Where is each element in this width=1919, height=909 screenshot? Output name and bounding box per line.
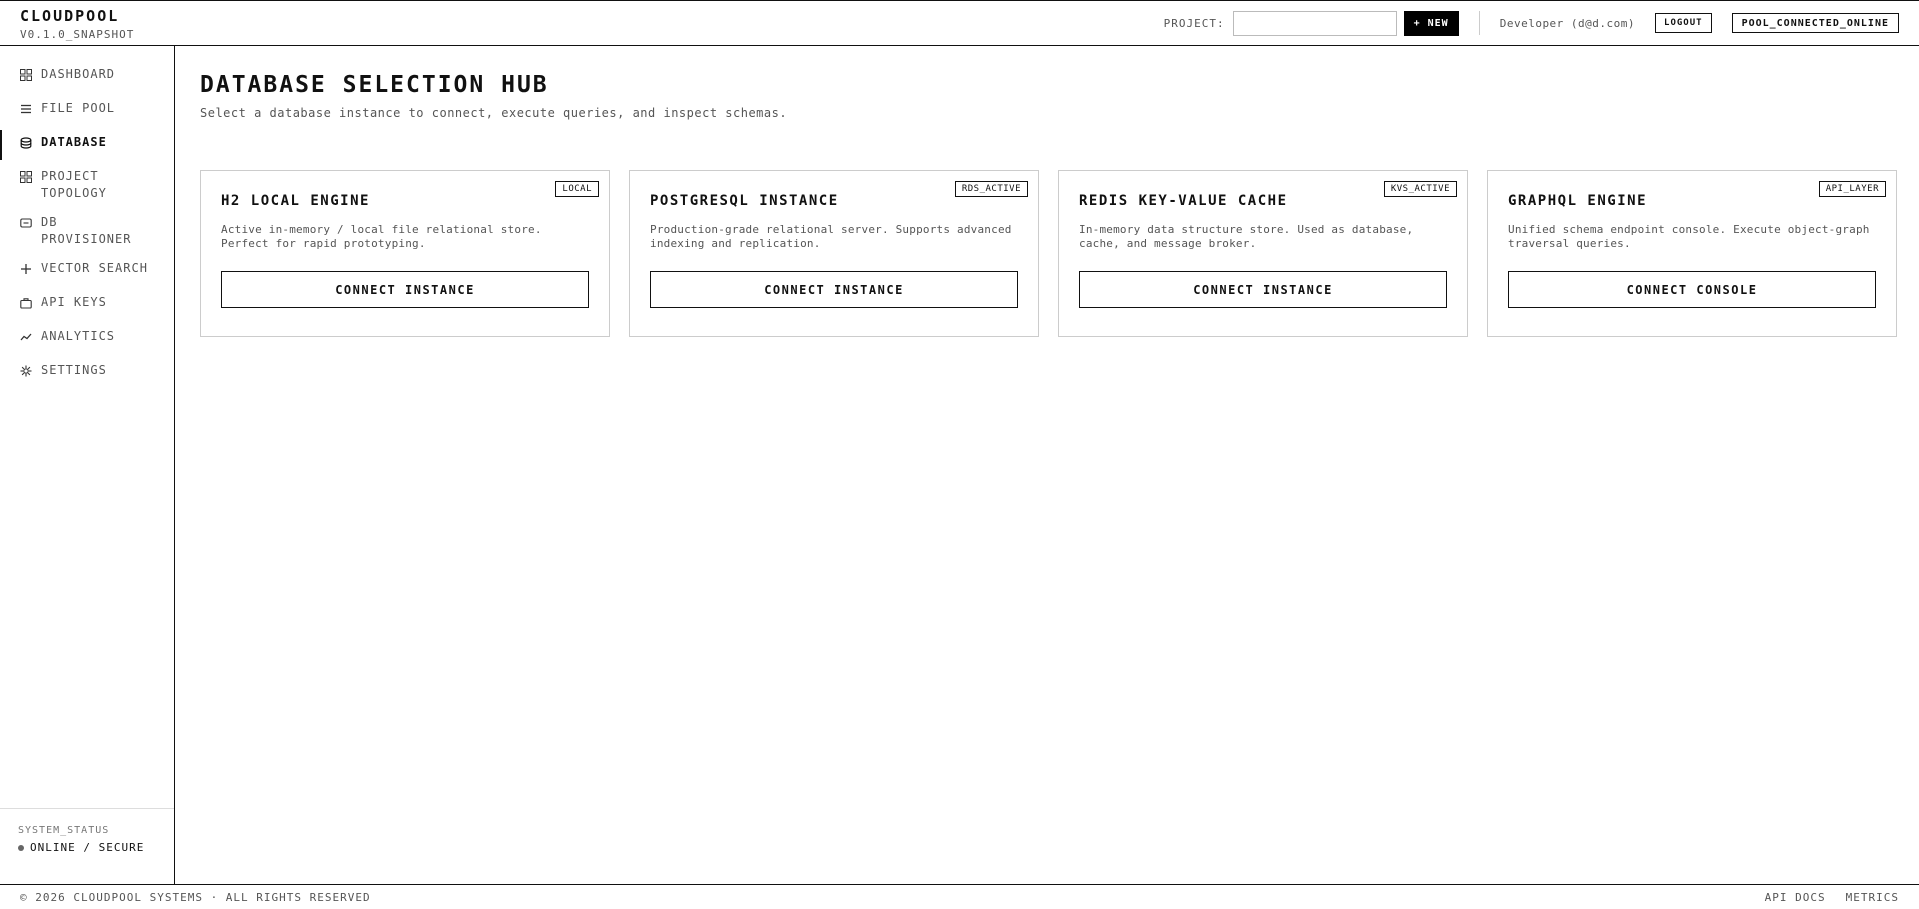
card-badge: API_LAYER [1818,181,1886,197]
footer-link-api-docs[interactable]: API DOCS [1765,891,1826,904]
footer-links: API DOCS METRICS [1745,891,1899,904]
connect-graphql-button[interactable]: CONNECT CONSOLE [1508,271,1876,308]
card-description: In-memory data structure store. Used as … [1079,223,1414,250]
sidebar-item-label: ANALYTICS [41,329,116,343]
card-description: Active in-memory / local file relational… [221,223,542,250]
app-root: CLOUDPOOL V0.1.0_SNAPSHOT PROJECT: + NEW… [0,0,1919,909]
card-badge: LOCAL [555,181,599,197]
grid-icon [20,69,32,81]
brand-version: V0.1.0_SNAPSHOT [20,28,135,41]
sidebar-item-file-pool[interactable]: FILE POOL [0,94,174,128]
sidebar-item-label: DB PROVISIONER [41,215,132,246]
sidebar-item-api-keys[interactable]: API KEYS [0,288,174,322]
sidebar-item-vector-search[interactable]: VECTOR SEARCH [0,254,174,288]
project-label: PROJECT: [1163,16,1225,30]
new-project-button[interactable]: + NEW [1403,10,1459,36]
list-icon [20,103,32,115]
card-badge: KVS_ACTIVE [1383,181,1457,197]
trend-icon [20,331,32,343]
sidebar-item-database[interactable]: DATABASE [0,128,174,162]
footer-link-metrics[interactable]: METRICS [1846,891,1899,904]
topology-icon [20,171,32,183]
connect-h2-button[interactable]: CONNECT INSTANCE [221,271,589,308]
database-cards: LOCAL H2 LOCAL ENGINE Active in-memory /… [200,170,1897,337]
card-badge: RDS_ACTIVE [954,181,1028,197]
connect-postgresql-button[interactable]: CONNECT INSTANCE [650,271,1018,308]
header-controls: PROJECT: + NEW Developer (d@d.com) LOGOU… [1164,1,1899,45]
page-title: DATABASE SELECTION HUB [200,72,549,98]
sparkle-icon [20,263,32,275]
database-icon [20,137,32,149]
sidebar-item-label: DATABASE [41,135,107,149]
sidebar-item-project-topology[interactable]: PROJECT TOPOLOGY [0,162,174,208]
connection-status-badge: POOL_CONNECTED_ONLINE [1731,13,1899,33]
brand: CLOUDPOOL V0.1.0_SNAPSHOT [20,7,134,41]
top-header: CLOUDPOOL V0.1.0_SNAPSHOT PROJECT: + NEW… [0,0,1919,46]
footer: © 2026 CLOUDPOOL SYSTEMS · ALL RIGHTS RE… [0,884,1919,909]
card-title: H2 LOCAL ENGINE [221,193,370,209]
sidebar-item-analytics[interactable]: ANALYTICS [0,322,174,356]
database-card-postgresql: RDS_ACTIVE POSTGRESQL INSTANCE Productio… [629,170,1039,337]
system-status-label: SYSTEM_STATUS [18,825,110,836]
sidebar-item-label: API KEYS [41,295,107,309]
database-card-redis: KVS_ACTIVE REDIS KEY-VALUE CACHE In-memo… [1058,170,1468,337]
brand-name: CLOUDPOOL [20,7,120,25]
card-description: Production-grade relational server. Supp… [650,223,1012,250]
header-divider [1478,11,1480,35]
card-description: Unified schema endpoint console. Execute… [1508,223,1870,250]
database-card-h2: LOCAL H2 LOCAL ENGINE Active in-memory /… [200,170,610,337]
sidebar-item-db-provisioner[interactable]: DB PROVISIONER [0,208,174,254]
system-status-text: ONLINE / SECURE [30,841,145,854]
gear-icon [20,365,32,377]
main-content: DATABASE SELECTION HUB Select a database… [200,46,1900,337]
logout-button[interactable]: LOGOUT [1655,13,1712,33]
sidebar-nav: DASHBOARD FILE POOL DATABASE PROJECT TOP… [0,46,174,390]
briefcase-icon [20,297,32,309]
system-status-panel: SYSTEM_STATUS ONLINE / SECURE [0,808,174,884]
sidebar-item-dashboard[interactable]: DASHBOARD [0,60,174,94]
sidebar-item-label: VECTOR SEARCH [41,261,148,275]
project-input[interactable] [1232,10,1397,36]
database-card-graphql: API_LAYER GRAPHQL ENGINE Unified schema … [1487,170,1897,337]
sidebar-item-settings[interactable]: SETTINGS [0,356,174,390]
page-subtitle: Select a database instance to connect, e… [200,106,788,120]
sidebar-item-label: FILE POOL [41,101,116,115]
footer-copyright: © 2026 CLOUDPOOL SYSTEMS · ALL RIGHTS RE… [20,890,371,904]
system-status-value: ONLINE / SECURE [18,841,174,854]
connect-redis-button[interactable]: CONNECT INSTANCE [1079,271,1447,308]
sidebar-item-label: DASHBOARD [41,67,116,81]
user-label: Developer (d@d.com) [1499,16,1636,30]
sidebar-item-label: SETTINGS [41,363,107,377]
status-dot-icon [18,844,24,851]
server-icon [20,217,32,229]
sidebar-item-label: PROJECT TOPOLOGY [41,169,107,200]
sidebar: DASHBOARD FILE POOL DATABASE PROJECT TOP… [0,46,175,884]
